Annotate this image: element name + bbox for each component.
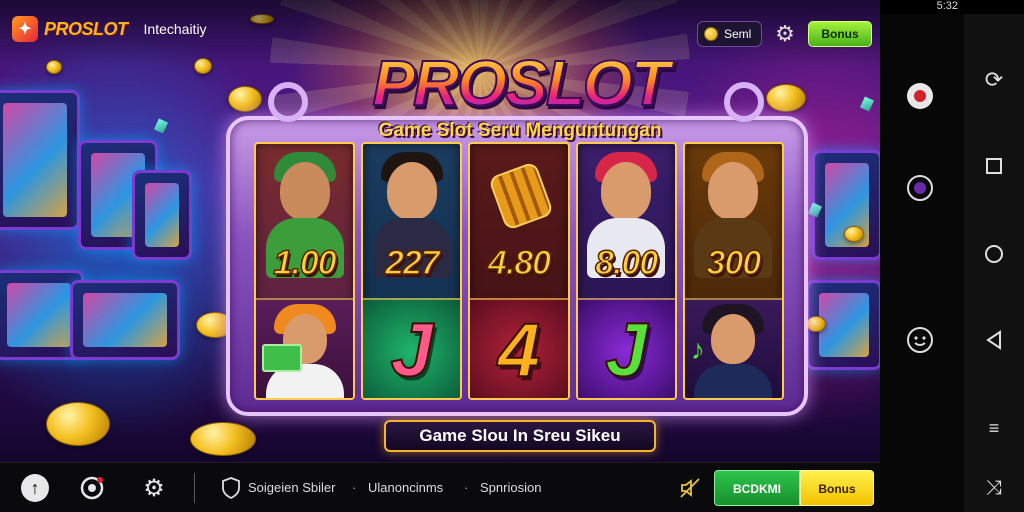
reel-2[interactable]: 227 J: [361, 142, 463, 400]
footer-link-2[interactable]: Ulanoncinms: [368, 480, 443, 495]
upload-icon[interactable]: ↑: [21, 474, 49, 502]
coin-decoration: [228, 86, 262, 112]
recents-square-icon[interactable]: [978, 150, 1010, 182]
reel-value: 4.80: [487, 243, 552, 283]
coin-icon: [704, 27, 718, 41]
footer-separator: ·: [464, 480, 469, 495]
letter-symbol: J: [577, 298, 675, 398]
notification-icon[interactable]: [76, 472, 108, 504]
rotate-icon[interactable]: ⟳: [978, 64, 1010, 96]
arcade-machine: [0, 90, 80, 230]
android-nav-bar: ⟳ ≡ ⤨: [964, 14, 1024, 512]
game-banner[interactable]: Game Slou In Sreu Sikeu: [384, 420, 656, 452]
coin-decoration: [806, 316, 826, 332]
arcade-machine: [132, 170, 192, 260]
power-icon[interactable]: [902, 170, 938, 206]
arcade-machine: [812, 150, 880, 260]
toolbar-divider: [194, 473, 195, 503]
menu-lines-icon[interactable]: ≡: [978, 412, 1010, 444]
reel-1[interactable]: 1.00: [254, 142, 356, 400]
mute-icon[interactable]: [674, 472, 706, 504]
green-action-button[interactable]: BCDKMI: [714, 470, 800, 506]
reel-5[interactable]: 300 ♪: [682, 142, 785, 400]
footer-link-1[interactable]: Soigeien Sbiler: [248, 480, 335, 495]
footer-separator: ·: [352, 480, 357, 495]
footer-link-3[interactable]: Spnriosion: [480, 480, 541, 495]
proslot-logo-icon: ✦: [12, 16, 38, 42]
barrel-icon: [488, 161, 555, 231]
settings-gear-icon[interactable]: ⚙: [138, 472, 170, 504]
side-panel: [880, 14, 964, 512]
brand[interactable]: ✦ PROSLOT Intechaitiy: [12, 16, 207, 42]
letter-symbol: J: [363, 298, 461, 398]
reel-letter: J: [604, 307, 648, 394]
character-symbol: [256, 298, 354, 398]
reel-value: 300: [706, 243, 762, 283]
gem-decoration: [859, 96, 875, 112]
reel-value: 1.00: [273, 243, 338, 283]
brand-name: PROSLOT: [44, 18, 128, 39]
title-wrap: PROSLOT: [340, 47, 700, 119]
coin-decoration: [844, 226, 864, 242]
game-title: PROSLOT: [340, 47, 700, 119]
record-icon[interactable]: [902, 78, 938, 114]
coin-decoration: [46, 402, 110, 446]
coin-balance[interactable]: Seml: [697, 21, 763, 47]
bonus-bottom-button[interactable]: Bonus: [800, 470, 874, 506]
home-circle-icon[interactable]: [978, 238, 1010, 270]
back-triangle-icon[interactable]: [978, 324, 1010, 356]
cash-icon: [262, 344, 302, 372]
brand-subtitle: Intechaitiy: [143, 21, 207, 37]
reel-value: 227: [384, 243, 440, 283]
character-symbol: 227: [363, 144, 460, 294]
treasure-symbol: 4.80: [470, 144, 567, 294]
frame-ornament: [724, 82, 764, 122]
arcade-machine: [70, 280, 180, 360]
game-canvas[interactable]: ✦ PROSLOT Intechaitiy Seml ⚙ Bonus PROSL…: [0, 0, 880, 462]
music-note-icon: ♪: [690, 334, 705, 365]
letter-symbol: 4: [470, 298, 568, 398]
shuffle-icon[interactable]: ⤨: [978, 472, 1010, 504]
character-symbol: 8.00: [578, 144, 675, 294]
emoji-icon[interactable]: [902, 322, 938, 358]
reel-letter: J: [390, 307, 434, 394]
coin-decoration: [766, 84, 806, 112]
character-symbol: 1.00: [256, 144, 353, 294]
shield-icon: [216, 472, 246, 504]
bonus-button[interactable]: Bonus: [808, 21, 872, 47]
slot-reels[interactable]: 1.00 227 J 4.80 4 8.00 J 300 ♪: [254, 142, 785, 400]
character-symbol: ♪: [684, 298, 783, 398]
reel-3[interactable]: 4.80 4: [468, 142, 570, 400]
status-bar: 5:32: [880, 0, 1024, 14]
coin-decoration: [190, 422, 256, 456]
coin-label: Seml: [724, 27, 752, 41]
reel-value: 8.00: [594, 243, 659, 283]
frame-ornament: [268, 82, 308, 122]
character-symbol: 300: [685, 144, 782, 294]
gem-decoration: [153, 118, 169, 134]
reel-4[interactable]: 8.00 J: [575, 142, 677, 400]
status-time: 5:32: [936, 0, 958, 12]
settings-gear-icon[interactable]: ⚙: [772, 21, 798, 47]
reel-letter: 4: [497, 307, 541, 394]
